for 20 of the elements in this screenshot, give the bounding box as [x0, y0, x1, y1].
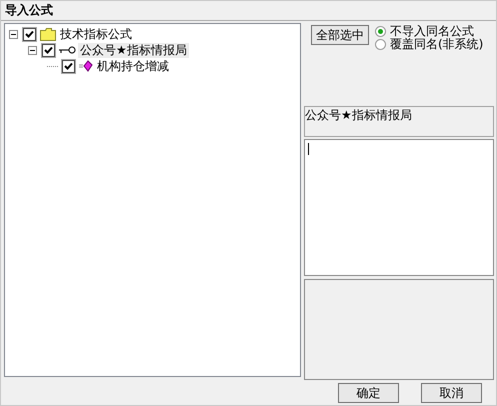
gem-icon [79, 60, 93, 72]
checkbox[interactable] [42, 44, 55, 56]
dialog-button[interactable]: 确定 [338, 383, 399, 403]
tree-item[interactable]: 机构持仓增减 [95, 58, 171, 74]
checkbox[interactable] [23, 28, 36, 40]
window-title: 导入公式 [1, 1, 496, 21]
radio-button[interactable] [375, 39, 386, 50]
radio-label[interactable]: 覆盖同名(非系统) [390, 36, 484, 53]
tree-item[interactable]: 公众号★指标情报局 [78, 42, 189, 58]
dialog-button[interactable]: 取消 [421, 383, 482, 403]
expander-icon[interactable] [28, 46, 37, 54]
formula-name-label: 公众号★指标情报局 [304, 106, 494, 137]
checkbox[interactable] [62, 60, 75, 72]
radio-button[interactable] [375, 26, 386, 37]
tree-item[interactable]: 技术指标公式 [58, 26, 134, 42]
expander-icon[interactable] [9, 30, 18, 38]
text-area[interactable] [304, 139, 494, 276]
key-icon [59, 46, 76, 54]
select-all-button[interactable]: 全部选中 [311, 25, 369, 45]
folder-icon [40, 28, 56, 40]
